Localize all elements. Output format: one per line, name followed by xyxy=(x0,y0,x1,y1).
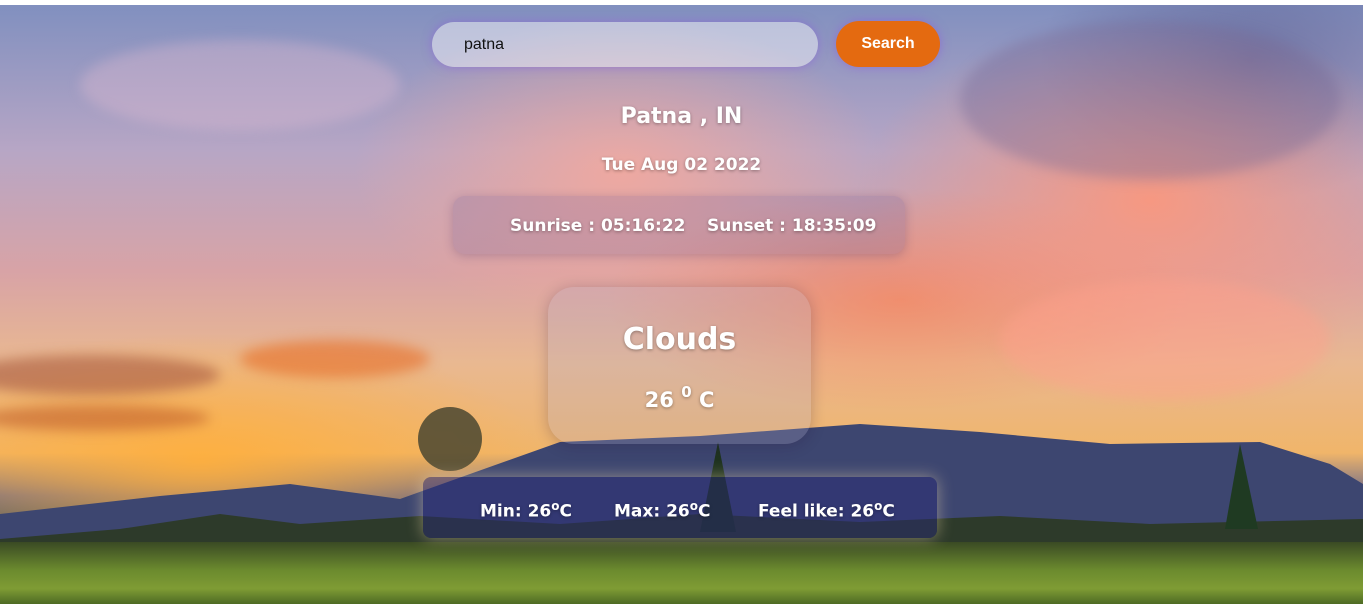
feels-like-temperature: Feel like: 26oC xyxy=(758,499,895,522)
min-temperature: Min: 26oC xyxy=(480,499,572,522)
search-box xyxy=(432,22,818,67)
sunrise-time: Sunrise : 05:16:22 xyxy=(510,216,686,236)
city-country-title: Patna , IN xyxy=(620,104,743,129)
weather-card xyxy=(548,287,811,444)
temperature-degree: 0 xyxy=(681,383,692,401)
weather-condition: Clouds xyxy=(622,322,737,357)
grass-field xyxy=(0,542,1363,604)
city-search-input[interactable] xyxy=(432,22,818,67)
temperature-unit: C xyxy=(698,388,715,412)
current-date: Tue Aug 02 2022 xyxy=(601,155,762,175)
temperature-value: 26 xyxy=(644,388,674,412)
search-button[interactable]: Search xyxy=(836,21,940,67)
max-temperature: Max: 26oC xyxy=(614,499,711,522)
sunset-time: Sunset : 18:35:09 xyxy=(707,216,877,236)
current-temperature: 26 0 C xyxy=(548,383,811,412)
